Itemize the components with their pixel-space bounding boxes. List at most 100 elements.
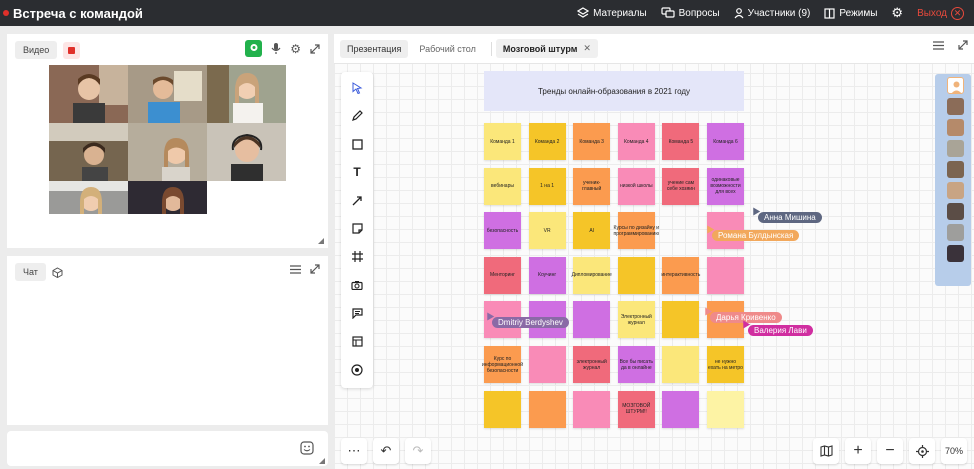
video-tab[interactable]: Видео — [15, 41, 58, 59]
sticky-note[interactable]: интерактивность — [661, 256, 700, 294]
sticky-note[interactable]: VR — [528, 212, 566, 250]
questions-button[interactable]: Вопросы — [661, 7, 720, 19]
tab-desktop[interactable]: Рабочий стол — [412, 40, 483, 58]
undo-button[interactable]: ↶ — [373, 438, 399, 464]
video-tile[interactable] — [49, 123, 128, 181]
comment-tool[interactable] — [347, 304, 367, 324]
sticky-note[interactable]: Менторинг — [484, 256, 521, 294]
sticky-note[interactable] — [528, 346, 566, 383]
sticky-note[interactable]: Курс по информационной безопасности — [482, 346, 523, 383]
location-button[interactable] — [245, 40, 263, 57]
resize-handle-icon[interactable] — [318, 238, 324, 244]
avatar[interactable] — [947, 161, 964, 178]
shape-tool[interactable] — [347, 134, 367, 154]
sticky-note[interactable]: Все бы писать да в онлайне — [617, 346, 655, 383]
sticky-note[interactable] — [662, 390, 700, 428]
cube-icon[interactable] — [52, 266, 63, 278]
sticky-note[interactable]: Команда 2 — [528, 123, 566, 160]
zoom-level[interactable]: 70% — [941, 438, 967, 464]
zoom-in-button[interactable]: + — [845, 438, 871, 464]
avatar[interactable] — [947, 119, 964, 136]
materials-button[interactable]: Материалы — [577, 7, 647, 19]
sticky-note[interactable]: учение сам себе хозяин — [662, 167, 700, 205]
fit-view-button[interactable] — [909, 438, 935, 464]
sticky-note[interactable]: вебинары — [484, 167, 521, 205]
avatar[interactable] — [947, 98, 964, 115]
sticky-note[interactable] — [662, 301, 700, 339]
sticky-note[interactable]: Команда 1 — [484, 123, 521, 160]
sticky-note[interactable]: 1 на 1 — [528, 167, 566, 205]
sticky-note[interactable]: Электронный журнал — [617, 301, 655, 339]
video-tile[interactable] — [207, 123, 286, 181]
avatar[interactable] — [947, 140, 964, 157]
board-title-banner[interactable]: Тренды онлайн-образования в 2021 году — [484, 71, 744, 111]
more-button[interactable]: ⋯ — [341, 438, 367, 464]
video-tile[interactable] — [207, 65, 286, 123]
frame-tool[interactable] — [347, 247, 367, 267]
avatar[interactable] — [947, 245, 964, 262]
sticky-note[interactable] — [707, 256, 744, 294]
chat-tab[interactable]: Чат — [15, 263, 46, 281]
close-icon[interactable]: ✕ — [583, 43, 591, 54]
avatar[interactable] — [947, 224, 964, 241]
avatar[interactable] — [947, 77, 964, 94]
gear-icon[interactable]: ⚙ — [290, 42, 301, 56]
sticky-note[interactable] — [662, 346, 700, 383]
resize-handle-icon[interactable] — [319, 458, 325, 464]
video-tile[interactable] — [128, 123, 207, 181]
sticky-note[interactable]: одинаковые возможности для всех — [707, 167, 744, 205]
expand-icon[interactable] — [958, 40, 968, 50]
sticky-note[interactable]: не нужно ехать на метро — [707, 346, 744, 383]
video-tile[interactable] — [49, 181, 128, 214]
menu-icon[interactable] — [933, 40, 944, 50]
sticky-note[interactable]: безопасность — [484, 212, 521, 250]
whiteboard[interactable]: Презентация Рабочий стол Мозговой штурм … — [334, 34, 974, 469]
map-button[interactable] — [813, 438, 839, 464]
sticky-note[interactable] — [707, 390, 744, 428]
sticky-note-tool[interactable] — [347, 219, 367, 239]
tab-brainstorm[interactable]: Мозговой штурм ✕ — [495, 39, 598, 58]
sticky-note[interactable] — [573, 301, 611, 339]
expand-icon[interactable] — [310, 43, 320, 54]
sticky-note[interactable]: низкой школы — [617, 167, 655, 205]
avatar[interactable] — [947, 182, 964, 199]
sticky-note[interactable]: Команда 3 — [573, 123, 611, 160]
sticky-note[interactable]: Дипломирование — [572, 256, 612, 294]
sticky-note[interactable]: ученик-главный — [573, 167, 611, 205]
arrow-tool[interactable] — [347, 191, 367, 211]
sticky-note[interactable]: МОЗГОВОЙ ШТУРМ!! — [617, 390, 655, 428]
microphone-icon[interactable] — [271, 42, 281, 55]
image-tool[interactable] — [347, 275, 367, 295]
sticky-note[interactable]: AI — [573, 212, 611, 250]
video-tile[interactable] — [128, 65, 207, 123]
sticky-note[interactable]: Команда 4 — [617, 123, 655, 160]
select-tool[interactable] — [347, 78, 367, 98]
sticky-note[interactable] — [573, 390, 611, 428]
sticky-note[interactable]: Команда 6 — [707, 123, 744, 160]
sticky-note[interactable] — [484, 390, 521, 428]
pen-tool[interactable] — [347, 106, 367, 126]
sticky-note[interactable]: Коучинг — [528, 256, 566, 294]
sticky-note[interactable]: Курсы по дизайну и программированию — [614, 212, 659, 250]
emoji-icon[interactable] — [300, 441, 314, 455]
sticky-note[interactable]: электронный журнал — [573, 346, 611, 383]
video-tile[interactable] — [49, 65, 128, 123]
text-tool[interactable]: T — [347, 163, 367, 183]
exit-button[interactable]: Выход ✕ — [917, 6, 964, 20]
zoom-out-button[interactable]: − — [877, 438, 903, 464]
expand-icon[interactable] — [310, 264, 320, 274]
record-tool[interactable] — [347, 360, 367, 380]
avatar[interactable] — [947, 203, 964, 220]
template-tool[interactable] — [347, 332, 367, 352]
menu-icon[interactable] — [290, 264, 301, 274]
redo-button[interactable]: ↷ — [405, 438, 431, 464]
stop-recording-button[interactable] — [63, 41, 81, 59]
participants-button[interactable]: Участники (9) — [734, 8, 810, 19]
sticky-note[interactable]: Команда 5 — [662, 123, 700, 160]
sticky-note[interactable] — [617, 256, 655, 294]
modes-button[interactable]: Режимы — [824, 8, 877, 19]
video-tile[interactable] — [128, 181, 207, 214]
chat-input[interactable] — [7, 431, 328, 466]
tab-presentation[interactable]: Презентация — [340, 39, 409, 58]
sticky-note[interactable] — [528, 390, 566, 428]
